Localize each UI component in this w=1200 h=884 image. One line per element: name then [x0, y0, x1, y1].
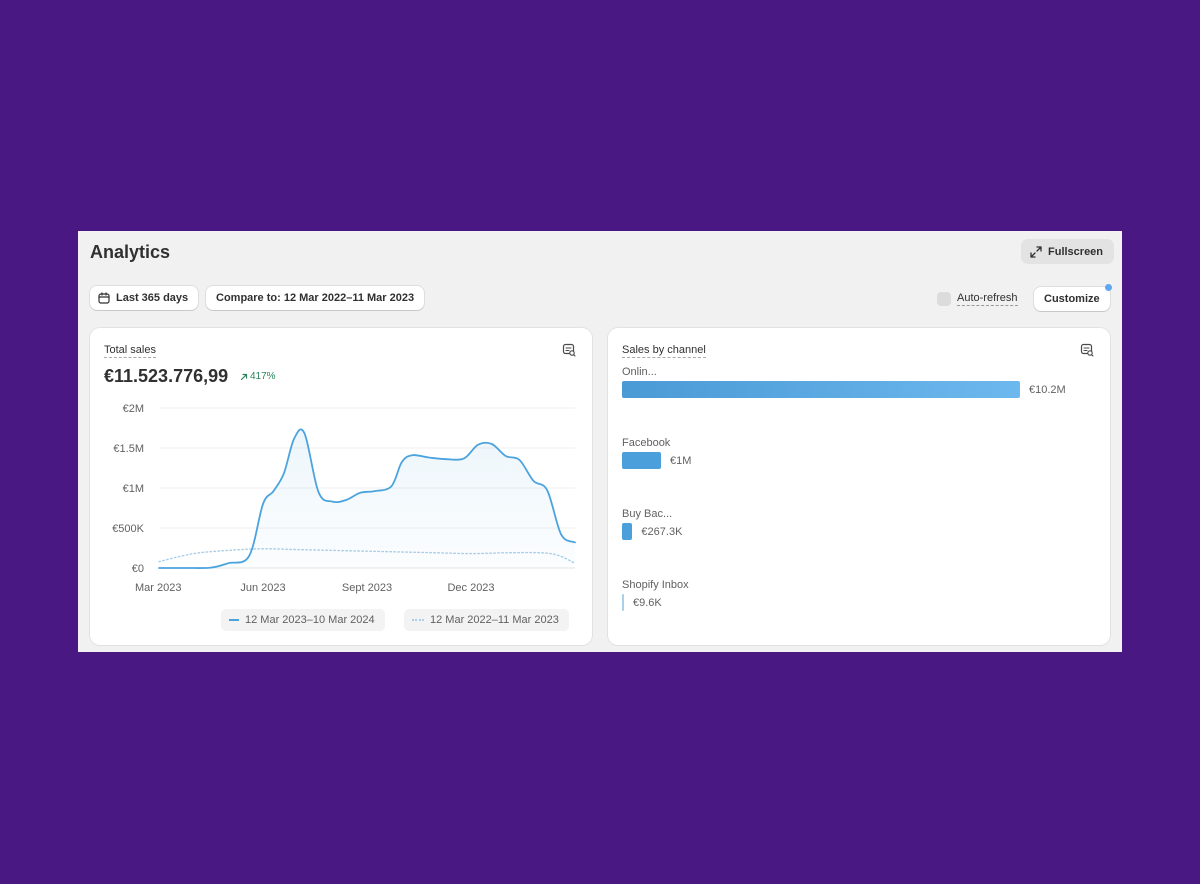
channel-name: Facebook [622, 437, 671, 449]
channel-bar[interactable] [622, 452, 662, 469]
channel-value-label: €10.2M [1029, 383, 1066, 396]
channel-value-label: €267.3K [641, 525, 683, 538]
channel-bar[interactable] [622, 594, 624, 611]
x-tick-label: Mar 2023 [135, 582, 181, 594]
channel-row: Shopify Inbox €9.6K [622, 579, 689, 611]
auto-refresh-label: Auto-refresh [957, 292, 1018, 306]
channel-value-label: €9.6K [633, 596, 662, 609]
channel-bar-line: €1M [622, 452, 691, 469]
channel-row: Facebook €1M [622, 437, 691, 469]
sales-by-channel-title[interactable]: Sales by channel [622, 344, 706, 358]
channel-bar-line: €9.6K [622, 594, 689, 611]
channel-name: Buy Bac... [622, 508, 673, 520]
date-range-label: Last 365 days [116, 292, 189, 304]
channel-name: Onlin... [622, 366, 657, 378]
compare-button[interactable]: Compare to: 12 Mar 2022–11 Mar 2023 [206, 286, 425, 310]
x-tick-label: Jun 2023 [240, 582, 285, 594]
y-tick-label: €2M [123, 403, 144, 415]
y-tick-label: €1.5M [113, 443, 144, 455]
channel-value-label: €1M [670, 454, 692, 467]
legend-solid-swatch [229, 619, 239, 621]
customize-label: Customize [1044, 293, 1100, 305]
fullscreen-label: Fullscreen [1048, 245, 1104, 258]
y-tick-label: €0 [132, 563, 144, 575]
legend-previous-label: 12 Mar 2022–11 Mar 2023 [430, 614, 559, 626]
calendar-icon [98, 292, 110, 304]
notification-dot [1105, 284, 1112, 291]
customize-button[interactable]: Customize [1034, 287, 1110, 311]
auto-refresh-checkbox[interactable] [937, 292, 951, 306]
x-tick-label: Sept 2023 [342, 582, 392, 594]
compare-label: Compare to: 12 Mar 2022–11 Mar 2023 [216, 292, 415, 304]
legend-previous-period[interactable]: 12 Mar 2022–11 Mar 2023 [404, 609, 569, 631]
channel-bar-line: €10.2M [622, 381, 1066, 398]
channel-bar[interactable] [622, 381, 1020, 398]
page-title: Analytics [90, 242, 171, 262]
y-tick-label: €500K [112, 523, 144, 535]
y-tick-label: €1M [123, 483, 144, 495]
total-sales-card: Total sales €11.523.776,99 417% €0 €500K €… [90, 328, 592, 645]
channel-row: Onlin... €10.2M [622, 366, 1066, 398]
analytics-panel: Analytics Fullscreen Last 365 days Compa… [78, 231, 1122, 652]
channel-bar[interactable] [622, 523, 633, 540]
legend-current-period[interactable]: 12 Mar 2023–10 Mar 2024 [221, 609, 385, 631]
x-tick-label: Dec 2023 [447, 582, 494, 594]
chart-explore-icon[interactable] [1080, 343, 1094, 357]
channel-name: Shopify Inbox [622, 579, 689, 591]
legend-dotted-swatch [412, 619, 424, 621]
total-sales-chart: €0 €500K €1M €1.5M €2M Mar 2023 Jun 2023 Sept 2… [112, 403, 576, 594]
expand-arrows-icon [1030, 245, 1042, 258]
fullscreen-button[interactable]: Fullscreen [1021, 239, 1115, 264]
date-range-button[interactable]: Last 365 days [90, 286, 199, 310]
auto-refresh-toggle[interactable]: Auto-refresh [937, 292, 1018, 306]
channel-bar-line: €267.3K [622, 523, 682, 540]
legend-current-label: 12 Mar 2023–10 Mar 2024 [245, 614, 375, 626]
sales-by-channel-card: Sales by channel Onlin... €10.2M Facebook €… [608, 328, 1110, 645]
series-current-period-area [159, 429, 575, 569]
channel-row: Buy Bac... €267.3K [622, 508, 682, 540]
